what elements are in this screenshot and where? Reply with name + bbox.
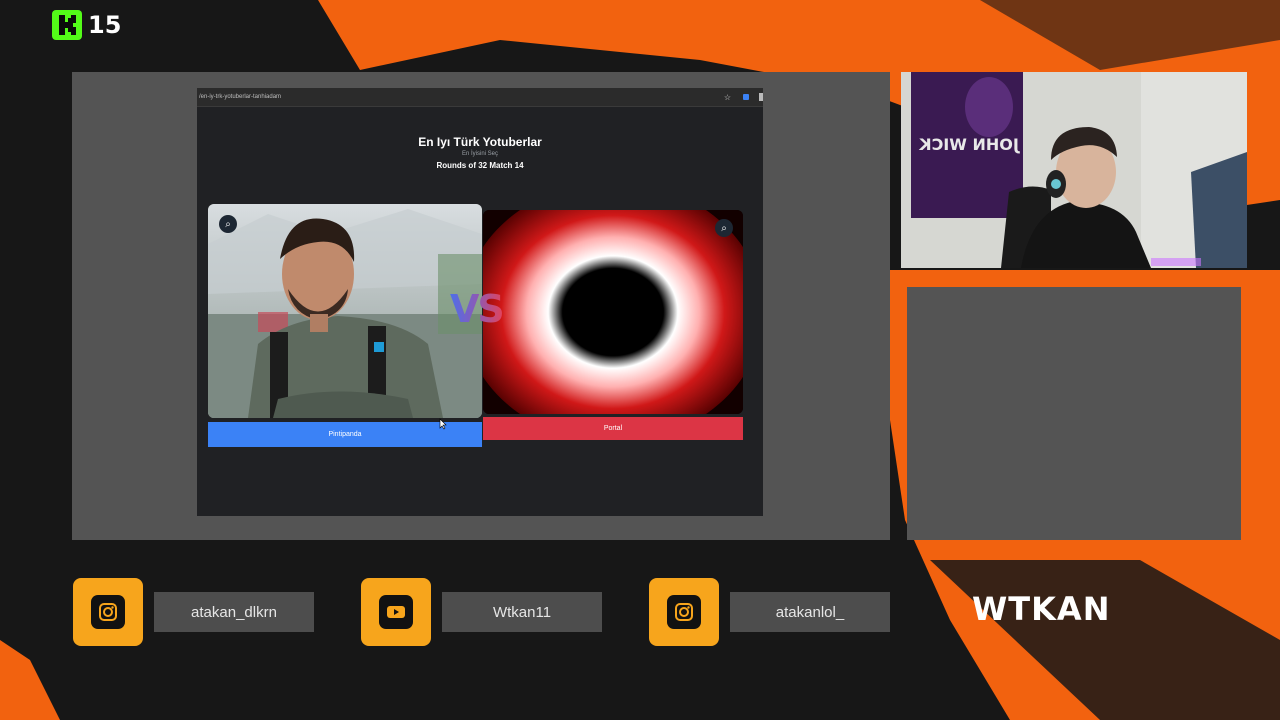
social-handle-instagram-2: atakanlol_ [730,592,890,632]
youtube-icon [379,595,413,629]
zoom-icon[interactable]: ⌕ [219,215,237,233]
youtube-button[interactable] [361,578,431,646]
secondary-panel [907,287,1241,540]
kick-logo-icon [52,10,82,40]
url-text[interactable]: /en-iy-trk-yotuberlar-tanhiadam [197,94,724,100]
poster-text: JOHN WICK [919,135,1020,154]
webcam-feed: JOHN WICK [901,72,1247,268]
option-left-image[interactable]: ⌕ [208,204,482,418]
kick-badge: 15 [52,10,121,40]
extension-icon[interactable] [743,94,749,100]
page-subtitle: En İyisini Seç [461,151,498,157]
social-handle-youtube: Wtkan11 [442,592,602,632]
mouse-cursor-icon [439,418,447,430]
instagram-button[interactable] [73,578,143,646]
follower-count: 15 [88,11,122,39]
social-handle-instagram-1: atakan_dlkrn [154,592,314,632]
page-title: En Iyı Türk Yotuberlar [418,135,542,149]
option-right-image[interactable]: ⌕ [483,210,743,414]
zoom-icon[interactable]: ⌕ [715,219,733,237]
vs-label: VS [450,287,505,331]
instagram-icon [91,595,125,629]
browser-window: /en-iy-trk-yotuberlar-tanhiadam ☆ En Iyı… [197,88,763,516]
address-bar[interactable]: /en-iy-trk-yotuberlar-tanhiadam ☆ [197,88,763,107]
round-info: Rounds of 32 Match 14 [436,161,524,170]
choose-right-button[interactable]: Portal [483,417,743,440]
instagram-icon [667,595,701,629]
bookmark-star-icon[interactable]: ☆ [724,93,731,102]
instagram-button-2[interactable] [649,578,719,646]
brand-logo-text: WTKAN [972,590,1111,628]
profile-icon[interactable] [759,93,763,101]
